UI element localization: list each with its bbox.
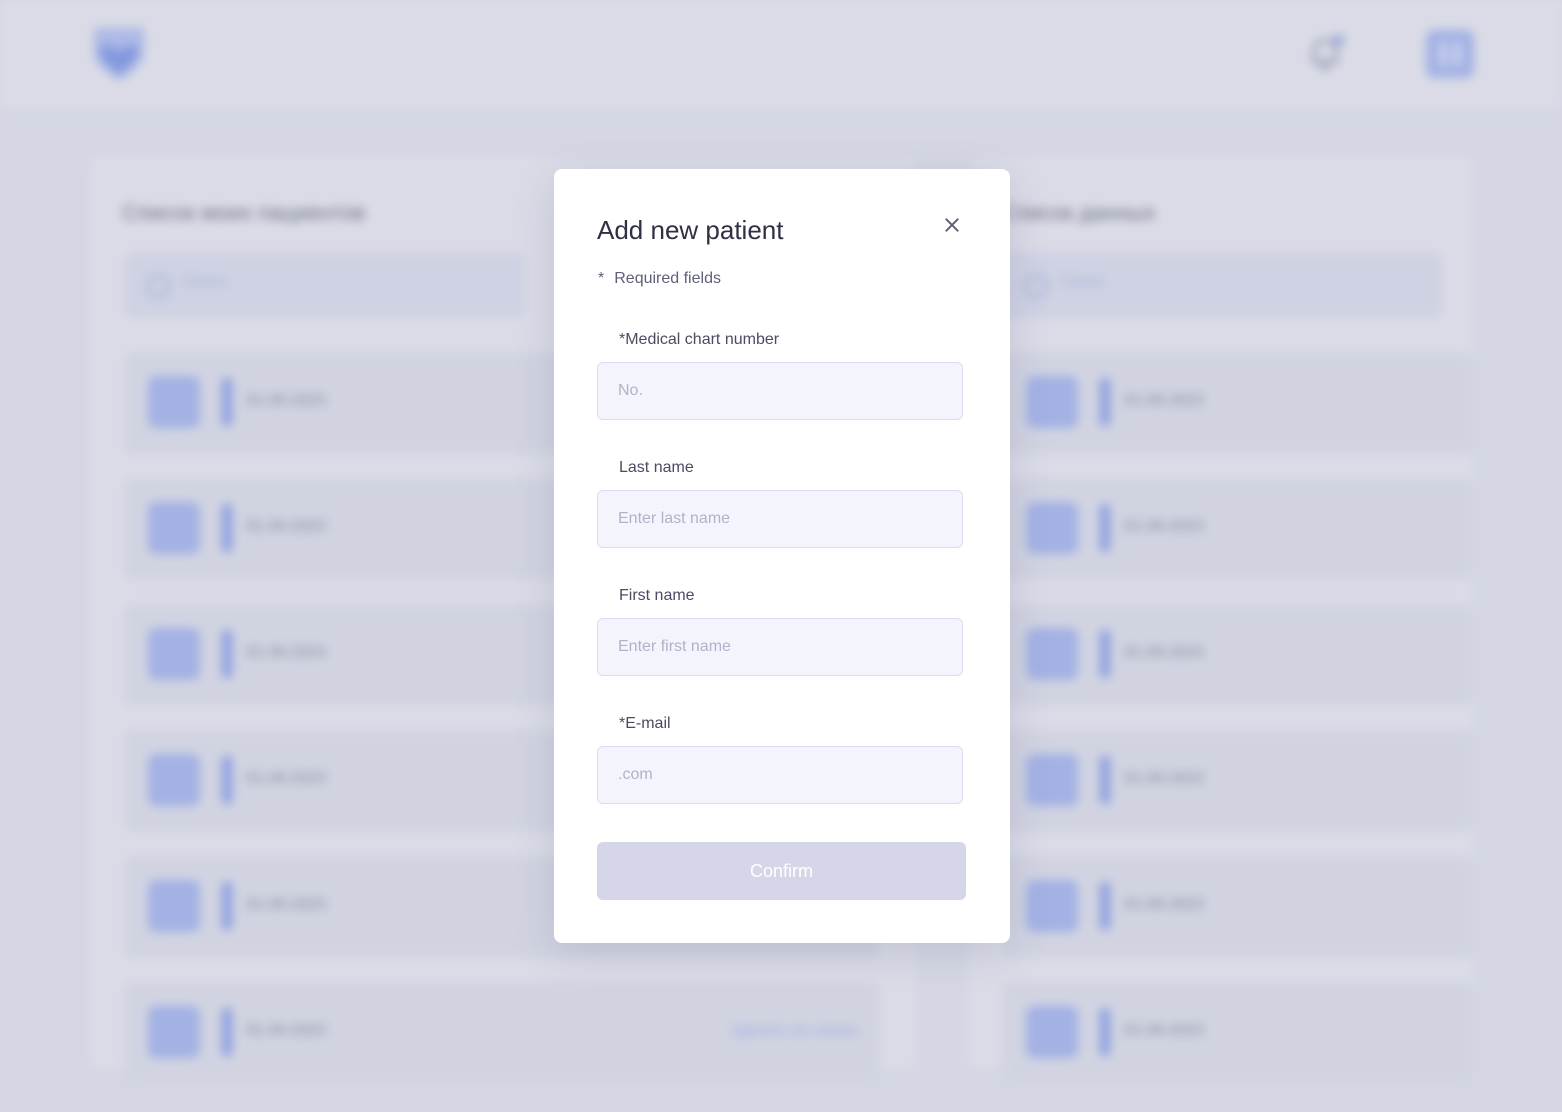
medical-chart-number-label: *Medical chart number — [619, 331, 780, 348]
required-star: * — [598, 270, 605, 287]
first-name-field[interactable] — [597, 618, 963, 676]
medical-chart-number-field[interactable] — [597, 362, 963, 420]
dialog-title: Add new patient — [597, 215, 784, 245]
confirm-button[interactable]: Confirm — [597, 842, 966, 900]
last-name-field[interactable] — [597, 490, 963, 548]
email-input[interactable] — [598, 747, 962, 803]
required-fields-note: * Required fields — [598, 270, 721, 287]
first-name-label: First name — [619, 587, 695, 604]
add-patient-dialog: Add new patient * Required fields *Medica… — [554, 169, 1010, 943]
close-icon[interactable] — [940, 213, 964, 237]
first-name-input[interactable] — [598, 619, 962, 675]
medical-chart-number-input[interactable] — [598, 363, 962, 419]
last-name-input[interactable] — [598, 491, 962, 547]
email-field[interactable] — [597, 746, 963, 804]
email-label: *E-mail — [619, 715, 671, 732]
last-name-label: Last name — [619, 459, 694, 476]
